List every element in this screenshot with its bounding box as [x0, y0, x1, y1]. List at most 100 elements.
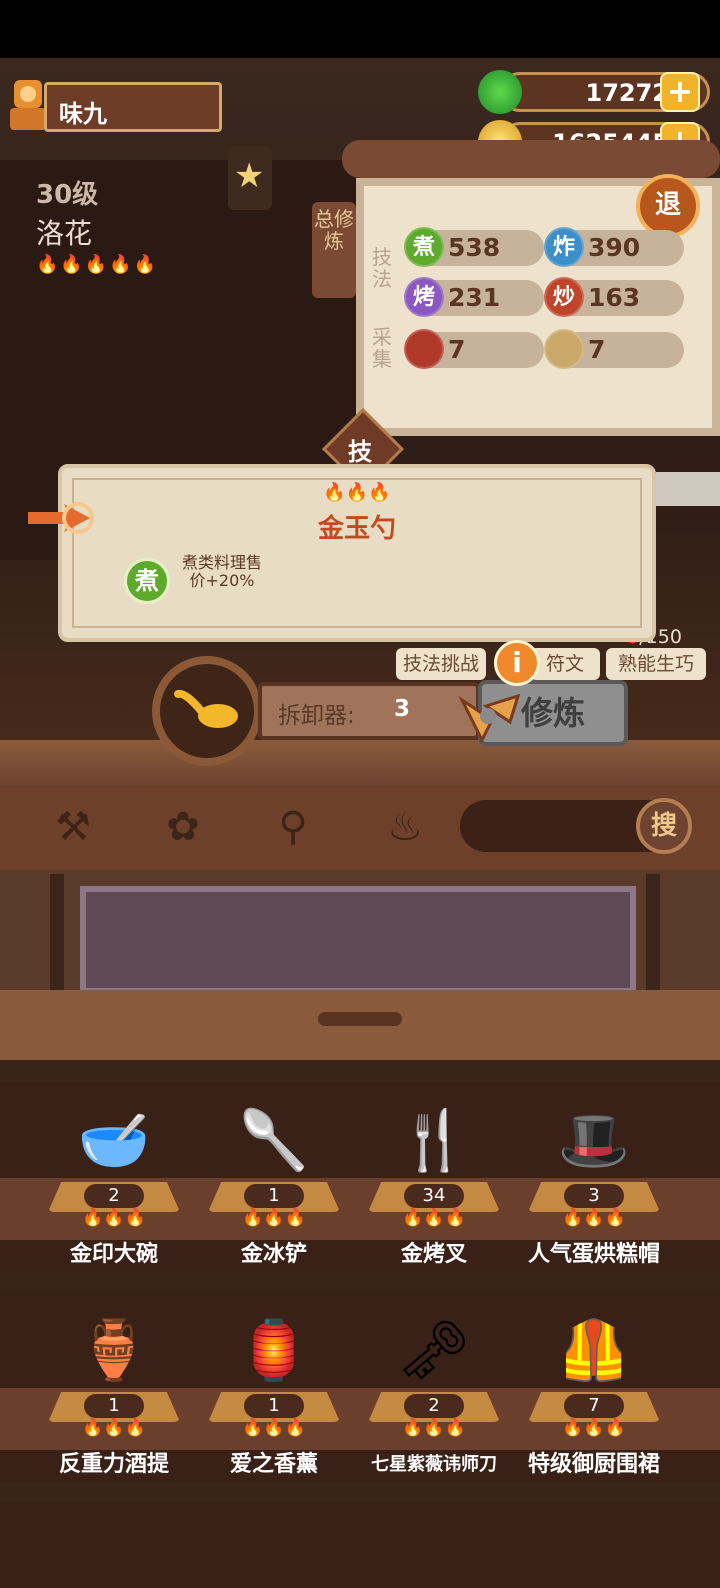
ice-shovel-icon: 🥄 — [237, 1106, 311, 1174]
item-count: 1 — [84, 1394, 144, 1418]
stat-value: 7 — [448, 335, 466, 364]
pointer-arrow-icon — [24, 498, 96, 538]
search-button[interactable]: 搜 — [636, 798, 692, 854]
item-name: 金冰铲 — [240, 1242, 307, 1267]
stirfry-icon: 炒 — [544, 277, 584, 317]
item-count: 2 — [84, 1184, 144, 1208]
item-row — [0, 1502, 720, 1588]
category-flame-icon[interactable]: ♨ — [380, 804, 430, 850]
tech-label: 技 — [348, 438, 372, 466]
player-level: 30级 — [36, 180, 99, 210]
item-count: 3 — [564, 1184, 624, 1208]
gather-label: 采集 — [372, 325, 392, 371]
star-icon: ★ — [234, 156, 265, 196]
category-spatula-icon[interactable]: ⚒ — [48, 804, 98, 850]
jade-value: 17272 — [585, 79, 670, 107]
disassembler-bar: 拆卸器: 3 — [258, 682, 480, 740]
item-card[interactable]: 🗝 2 🔥🔥🔥 七星紫薇讳师刀 — [354, 1300, 514, 1490]
item-name: 人气蛋烘糕帽 — [527, 1242, 660, 1267]
disassembler-label: 拆卸器: — [278, 703, 355, 729]
tooltip-title: 金玉勺 — [317, 514, 396, 544]
stat-gather-grain: 7 — [544, 329, 684, 369]
player-nameplate[interactable]: 味九 — [44, 82, 222, 132]
stat-stirfry: 炒 163 — [544, 277, 684, 317]
display-leg — [50, 874, 64, 994]
grain-icon — [544, 329, 584, 369]
favorite-star-button[interactable]: ★ — [228, 146, 272, 210]
player-title: 洛花 — [36, 217, 93, 250]
cake-hat-icon: 🎩 — [557, 1106, 631, 1174]
roast-icon: 烤 — [404, 277, 444, 317]
shelf-top — [0, 740, 720, 786]
apron-icon: 🦺 — [557, 1316, 631, 1384]
item-card[interactable]: 🍴 34 🔥🔥🔥 金烤叉 — [354, 1090, 514, 1280]
status-bar — [0, 0, 720, 58]
stat-value: 7 — [588, 335, 606, 364]
scroll-roller — [342, 140, 720, 178]
item-card[interactable]: 🥣 2 🔥🔥🔥 金印大碗 — [34, 1090, 194, 1280]
fry-icon: 炸 — [544, 227, 584, 267]
item-flames-icon: 🔥🔥🔥 — [402, 1418, 466, 1438]
display-knob — [318, 1012, 402, 1026]
tooltip-flames-icon: 🔥🔥🔥 — [323, 482, 391, 503]
item-tooltip: 🔥🔥🔥 金玉勺 煮 煮类料理售价+20% — [58, 464, 656, 642]
total-training-tab[interactable]: 总修炼 — [312, 202, 356, 298]
item-card[interactable]: 🏮 1 🔥🔥🔥 爱之香薰 — [194, 1300, 354, 1490]
jade-icon — [478, 70, 522, 114]
item-card[interactable]: 🎩 3 🔥🔥🔥 人气蛋烘糕帽 — [514, 1090, 674, 1280]
stat-value: 231 — [448, 283, 501, 312]
ribbon-decor — [656, 472, 720, 506]
stat-roast: 烤 231 — [404, 277, 544, 317]
item-count: 1 — [244, 1394, 304, 1418]
item-name: 爱之香薰 — [229, 1452, 318, 1477]
incense-icon: 🏮 — [237, 1316, 311, 1384]
item-count: 1 — [244, 1184, 304, 1208]
item-name: 反重力酒提 — [58, 1452, 169, 1477]
category-bag-icon[interactable]: ✿ — [158, 804, 208, 850]
item-flames-icon: 🔥🔥🔥 — [562, 1208, 626, 1228]
info-button[interactable]: i — [494, 640, 540, 686]
item-name: 特级御厨围裙 — [527, 1452, 660, 1477]
item-flames-icon: 🔥🔥🔥 — [82, 1208, 146, 1228]
stat-fry: 炸 390 — [544, 227, 684, 267]
category-pan-icon[interactable]: ⚲ — [268, 804, 318, 850]
player-name: 味九 — [59, 100, 107, 128]
knife-charm-icon: 🗝 — [397, 1316, 471, 1384]
stat-value: 390 — [588, 233, 641, 262]
boil-icon: 煮 — [404, 227, 444, 267]
disassembler-tool-icon — [452, 676, 532, 756]
ladle-icon — [174, 689, 238, 728]
item-flames-icon: 🔥🔥🔥 — [562, 1418, 626, 1438]
boil-type-icon: 煮 — [124, 558, 170, 604]
item-count: 7 — [564, 1394, 624, 1418]
selected-item-slot[interactable] — [152, 656, 262, 766]
stat-value: 538 — [448, 233, 501, 262]
item-count: 2 — [404, 1394, 464, 1418]
item-flames-icon: 🔥🔥🔥 — [402, 1208, 466, 1228]
item-flames-icon: 🔥🔥🔥 — [242, 1208, 306, 1228]
stat-boil: 煮 538 — [404, 227, 544, 267]
display-leg — [646, 874, 660, 994]
stat-value: 163 — [588, 283, 641, 312]
item-card[interactable]: 🏺 1 🔥🔥🔥 反重力酒提 — [34, 1300, 194, 1490]
exit-button[interactable]: 退 — [636, 174, 700, 238]
wine-dipper-icon: 🏺 — [77, 1316, 151, 1384]
proficiency-chip[interactable]: 熟能生巧 — [606, 648, 706, 680]
bowl-icon: 🥣 — [77, 1106, 151, 1174]
item-card[interactable]: 🥄 1 🔥🔥🔥 金冰铲 — [194, 1090, 354, 1280]
disassembler-value: 3 — [394, 696, 411, 722]
item-name: 七星紫薇讳师刀 — [371, 1454, 497, 1475]
add-jade-button[interactable]: + — [660, 72, 700, 112]
skill-label: 技法 — [372, 245, 392, 291]
item-card[interactable]: 🦺 7 🔥🔥🔥 特级御厨围裙 — [514, 1300, 674, 1490]
display-panel — [80, 886, 636, 994]
item-flames-icon: 🔥🔥🔥 — [82, 1418, 146, 1438]
tooltip-desc: 煮类料理售价+20% — [182, 553, 263, 590]
rune-chip[interactable]: 符文 — [530, 648, 600, 680]
item-flames-icon: 🔥🔥🔥 — [242, 1418, 306, 1438]
roasting-fork-icon: 🍴 — [397, 1106, 471, 1174]
item-name: 金烤叉 — [400, 1242, 467, 1267]
meat-icon — [404, 329, 444, 369]
item-count: 34 — [404, 1184, 464, 1208]
item-name: 金印大碗 — [69, 1242, 158, 1267]
